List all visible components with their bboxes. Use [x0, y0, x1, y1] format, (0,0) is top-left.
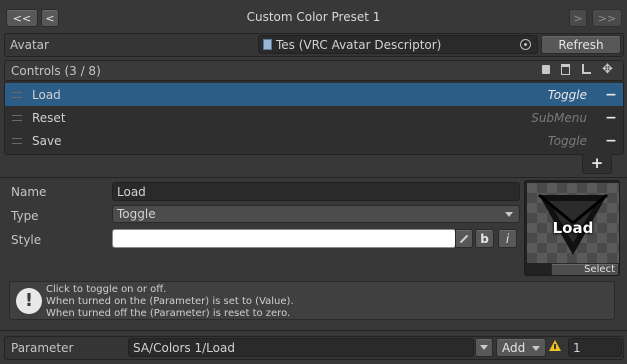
refresh-button[interactable]: Refresh	[541, 35, 621, 54]
avatar-label: Avatar	[10, 38, 49, 52]
control-name: Save	[32, 133, 62, 148]
italic-button[interactable]: i	[498, 229, 517, 248]
select-icon-button[interactable]: Select	[551, 263, 619, 275]
parameter-mode-value: Add	[502, 340, 526, 355]
icon-text: Load	[552, 219, 594, 237]
control-type: Toggle	[547, 133, 587, 148]
add-control-button[interactable]: +	[582, 154, 612, 174]
control-name: Reset	[32, 110, 66, 125]
icon-preview: Load Select	[524, 180, 620, 276]
avatar-value: Tes (VRC Avatar Descriptor)	[276, 37, 442, 52]
type-dropdown[interactable]: Toggle	[112, 205, 520, 223]
object-picker-icon[interactable]	[520, 39, 531, 50]
parameter-value-field[interactable]: 1	[568, 338, 622, 357]
type-value: Toggle	[117, 207, 156, 221]
help-line-2: When turned on the (Parameter) is set to…	[46, 296, 294, 307]
controls-title: Controls (3 / 8)	[11, 64, 101, 78]
parameter-label: Parameter	[11, 341, 74, 355]
eyedropper-button[interactable]	[455, 229, 473, 248]
drag-handle-icon[interactable]	[12, 137, 22, 144]
type-label: Type	[11, 209, 39, 223]
help-line-1: Click to toggle on or off.	[46, 284, 167, 295]
parameter-dropdown-button[interactable]	[475, 338, 493, 357]
remove-control-button[interactable]: −	[599, 110, 623, 126]
parameter-mode-dropdown[interactable]: Add	[496, 338, 546, 357]
chevron-down-icon	[505, 212, 513, 217]
chevron-down-icon	[480, 345, 488, 350]
clipboard-icon[interactable]	[561, 64, 570, 75]
list-item[interactable]: Save Toggle −	[5, 129, 623, 152]
style-label: Style	[11, 233, 42, 247]
next-page-button[interactable]: >	[569, 9, 587, 27]
list-item[interactable]: Load Toggle −	[5, 83, 623, 106]
info-icon: !	[16, 288, 42, 314]
parameter-field[interactable]: SA/Colors 1/Load	[128, 338, 474, 357]
style-color-field[interactable]	[112, 229, 456, 248]
chevron-down-icon	[532, 346, 540, 351]
avatar-object-field[interactable]: Tes (VRC Avatar Descriptor)	[258, 35, 538, 54]
warning-icon-mark	[554, 344, 556, 349]
drag-handle-icon[interactable]	[12, 91, 22, 98]
last-page-button[interactable]: >>	[592, 9, 622, 27]
section-divider	[0, 330, 627, 331]
avatar-descriptor-icon	[263, 39, 272, 50]
bold-button[interactable]: b	[475, 229, 494, 248]
drag-handle-icon[interactable]	[12, 114, 22, 121]
control-name: Load	[32, 87, 61, 102]
move-icon[interactable]: ✥	[601, 63, 614, 76]
remove-control-button[interactable]: −	[599, 133, 623, 149]
hierarchy-icon[interactable]	[582, 64, 591, 74]
eyedropper-icon	[459, 234, 469, 243]
control-type: Toggle	[547, 87, 587, 102]
name-field[interactable]: Load	[112, 182, 520, 201]
help-box: ! Click to toggle on or off. When turned…	[9, 281, 615, 320]
window-title: Custom Color Preset 1	[246, 10, 381, 24]
name-label: Name	[11, 185, 47, 199]
remove-control-button[interactable]: −	[599, 87, 623, 103]
list-item[interactable]: Reset SubMenu −	[5, 106, 623, 129]
control-type: SubMenu	[531, 110, 587, 125]
save-icon[interactable]	[542, 65, 550, 74]
help-line-3: When turned off the (Parameter) is reset…	[46, 308, 291, 319]
section-divider	[0, 177, 627, 178]
